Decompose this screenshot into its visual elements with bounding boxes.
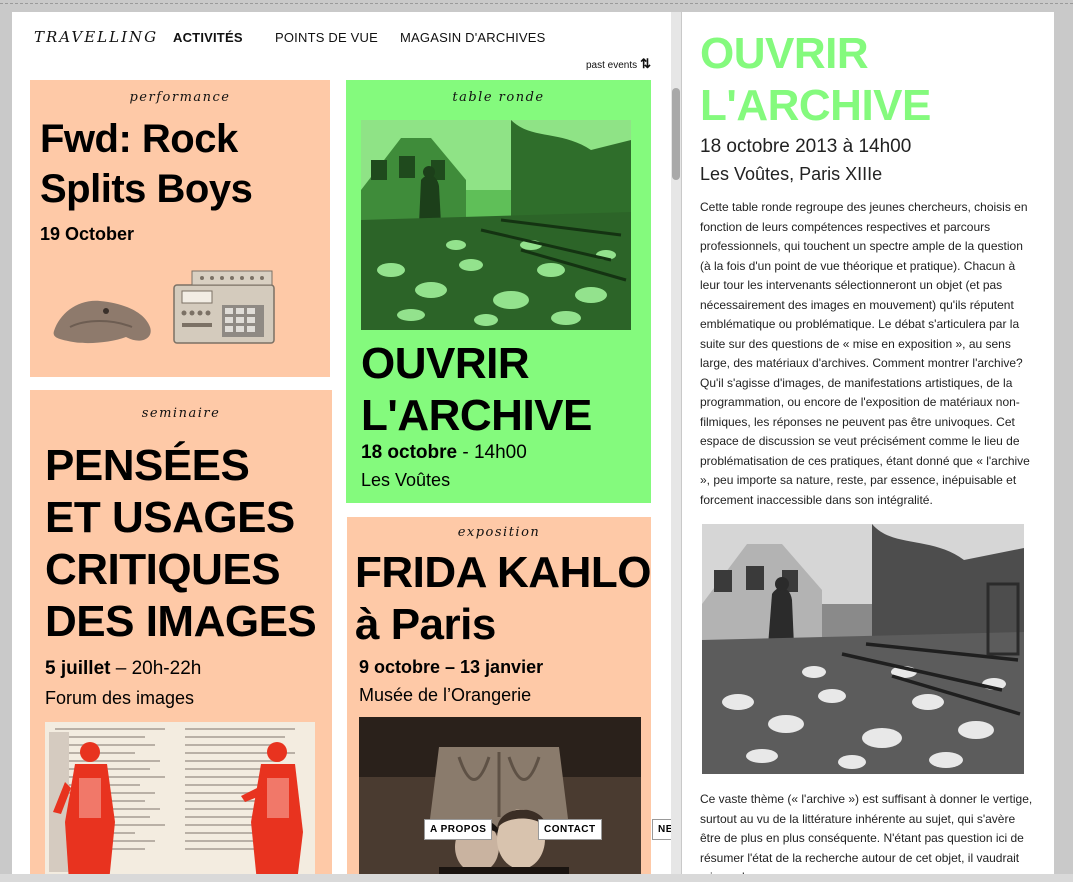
card-date: 18 octobre - 14h00 (361, 442, 527, 464)
bottom-border (0, 874, 1073, 882)
article-place: Les Voûtes, Paris XIIIe (700, 164, 883, 184)
article-pane: OUVRIR L'ARCHIVE 18 octobre 2013 à 14h00… (682, 12, 1054, 882)
nav-item-activites[interactable]: ACTIVITÉS (173, 30, 243, 45)
card-date-bold: 9 octobre – 13 janvier (359, 657, 544, 677)
archive-photo-bw (702, 524, 1024, 774)
nav-item-points-de-vue[interactable]: POINTS DE VUE (275, 30, 378, 45)
article-title-line: L'ARCHIVE (700, 81, 931, 130)
frida-kahlo-photo (359, 717, 641, 882)
card-title-line: FRIDA KAHLO (355, 548, 651, 597)
card-title-line: OUVRIR (361, 339, 530, 388)
event-card-exposition[interactable]: exposition FRIDA KAHLO à Paris 9 octobre… (347, 517, 651, 882)
nav-item-magasin-archives[interactable]: MAGASIN D'ARCHIVES (400, 30, 546, 45)
card-date: 5 juillet – 20h-22h (45, 658, 201, 680)
seminaire-illustration (45, 722, 315, 882)
card-title: OUVRIR L'ARCHIVE (361, 338, 592, 442)
card-date-bold: 5 juillet (45, 658, 111, 679)
card-category: performance (129, 90, 231, 105)
card-place: Les Voûtes (361, 470, 451, 490)
past-events-link[interactable]: past events ⇅ (586, 56, 651, 72)
card-title-line: Fwd: Rock (40, 117, 238, 161)
card-title: Fwd: Rock Splits Boys (40, 114, 253, 214)
card-title-line: DES IMAGES (45, 597, 317, 646)
card-category: table ronde (452, 90, 545, 105)
card-date: 9 octobre – 13 janvier (359, 657, 543, 678)
brand-logo[interactable]: TRAVELLING (34, 28, 158, 46)
article-body: Cette table ronde regroupe des jeunes ch… (700, 200, 1030, 507)
card-place: Musée de l’Orangerie (359, 685, 532, 705)
card-date-time: - 14h00 (457, 442, 527, 463)
top-navigation: TRAVELLING ACTIVITÉS POINTS DE VUE MAGAS… (12, 12, 672, 71)
card-title-line: CRITIQUES (45, 545, 281, 594)
card-date-time: – 20h-22h (110, 658, 202, 679)
newsletter-button[interactable]: NEWSLETTER (652, 819, 672, 840)
card-date-bold: 18 octobre (361, 442, 458, 463)
card-title-line: Splits Boys (40, 167, 253, 211)
event-card-performance[interactable]: performance Fwd: Rock Splits Boys 19 Oct… (30, 80, 330, 377)
article-title: OUVRIR L'ARCHIVE (700, 28, 931, 132)
card-title-line: PENSÉES (45, 441, 250, 490)
a-propos-button[interactable]: A PROPOS (424, 819, 493, 840)
article-body-continued: Ce vaste thème (« l'archive ») est suffi… (700, 792, 1033, 882)
card-title-line: à Paris (355, 600, 496, 649)
scrollbar-thumb[interactable] (672, 88, 680, 180)
sort-arrows-icon: ⇅ (640, 56, 652, 71)
top-border (0, 0, 1073, 4)
article-date: 18 octobre 2013 à 14h00 (700, 136, 912, 157)
performance-illustration (53, 270, 275, 344)
card-category: seminaire (141, 406, 221, 421)
activities-pane: TRAVELLING ACTIVITÉS POINTS DE VUE MAGAS… (12, 12, 672, 882)
card-place: Forum des images (45, 688, 195, 708)
event-card-table-ronde[interactable]: table ronde OUVRIR L'ARCHIVE 18 octobre … (346, 80, 651, 503)
card-title-line: ET USAGES (45, 493, 295, 542)
archive-photo-green (361, 120, 631, 330)
app-window: TRAVELLING ACTIVITÉS POINTS DE VUE MAGAS… (0, 0, 1073, 882)
past-events-label: past events (586, 60, 638, 71)
event-card-seminaire[interactable]: seminaire PENSÉES ET USAGES CRITIQUES DE… (30, 390, 332, 882)
card-title: FRIDA KAHLO à Paris (355, 547, 651, 651)
card-title: PENSÉES ET USAGES CRITIQUES DES IMAGES (45, 440, 317, 648)
card-title-line: L'ARCHIVE (361, 391, 592, 440)
card-date: 19 October (40, 224, 135, 244)
card-category: exposition (457, 525, 541, 540)
contact-button[interactable]: CONTACT (538, 819, 602, 840)
article-title-line: OUVRIR (700, 29, 869, 78)
